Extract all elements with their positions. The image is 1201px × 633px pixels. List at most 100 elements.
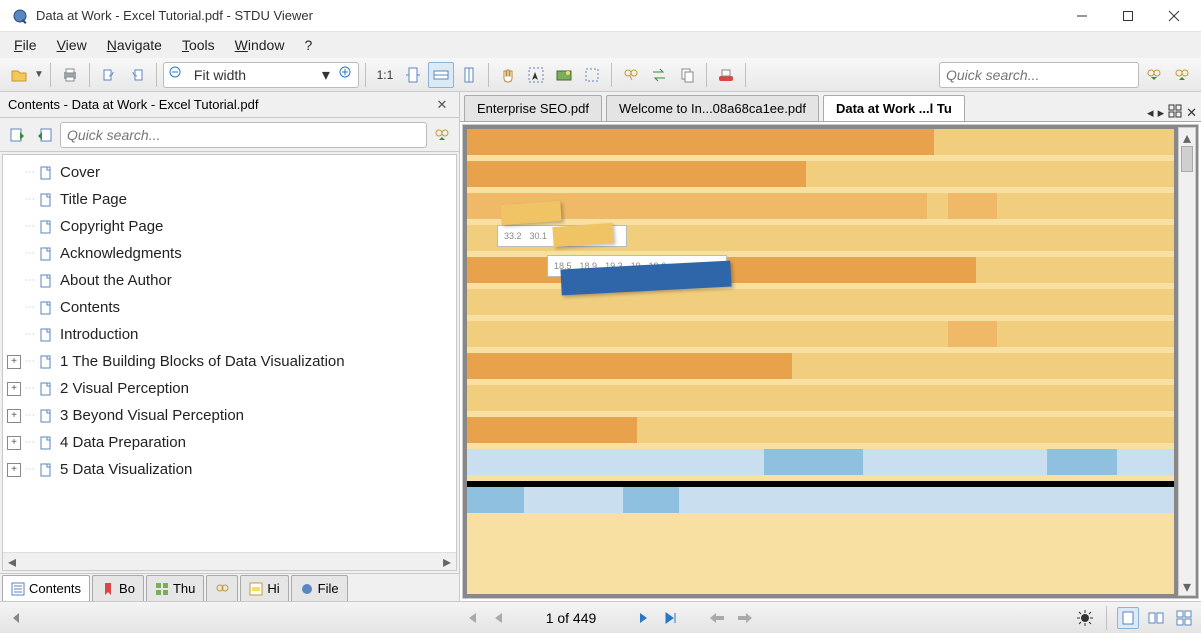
sidebar-tab-bookmarks[interactable]: Bo	[92, 575, 144, 601]
sidebar-tab-search[interactable]	[206, 575, 238, 601]
menu-view[interactable]: View	[47, 35, 97, 55]
page-indicator[interactable]: 1 of 449	[516, 610, 626, 626]
view-continuous-button[interactable]	[1173, 607, 1195, 629]
contents-search-box[interactable]	[60, 122, 427, 148]
zoom-in-button[interactable]	[334, 65, 358, 84]
last-page-button[interactable]	[660, 607, 682, 629]
tree-item[interactable]: +⋯2 Visual Perception	[7, 375, 452, 402]
find-button[interactable]	[618, 62, 644, 88]
document-tab[interactable]: Enterprise SEO.pdf	[464, 95, 602, 121]
tree-item-label: Cover	[60, 164, 100, 181]
quick-search-box[interactable]	[939, 62, 1139, 88]
expand-all-button[interactable]	[4, 122, 30, 148]
view-facing-button[interactable]	[1145, 607, 1167, 629]
page-icon	[38, 435, 54, 451]
nav-back-button[interactable]	[706, 607, 728, 629]
zoom-level-text[interactable]: Fit width	[188, 67, 318, 83]
sidebar-tab-contents[interactable]: Contents	[2, 575, 90, 601]
close-button[interactable]	[1151, 0, 1197, 32]
zoom-out-button[interactable]	[164, 65, 188, 84]
page-icon	[38, 165, 54, 181]
view-single-button[interactable]	[1117, 607, 1139, 629]
expand-icon[interactable]: +	[7, 463, 21, 477]
document-view[interactable]: 33.2 30.1 26.8 18.5 18.9 19.3 19 19.6 ▴	[462, 124, 1199, 599]
tree-item-label: 3 Beyond Visual Perception	[60, 407, 244, 424]
contents-panel-close[interactable]: ✕	[433, 97, 451, 113]
search-next-button[interactable]	[1169, 62, 1195, 88]
tab-close-button[interactable]: ✕	[1186, 105, 1197, 121]
first-page-button[interactable]	[460, 607, 482, 629]
expand-icon[interactable]: +	[7, 436, 21, 450]
tree-line: ⋯	[25, 194, 36, 205]
actual-size-button[interactable]: 1:1	[372, 62, 398, 88]
menu-file[interactable]: File	[4, 35, 47, 55]
maximize-button[interactable]	[1105, 0, 1151, 32]
tree-item[interactable]: +⋯5 Data Visualization	[7, 456, 452, 483]
prev-page-button[interactable]	[488, 607, 510, 629]
minimize-button[interactable]	[1059, 0, 1105, 32]
tree-item[interactable]: +⋯3 Beyond Visual Perception	[7, 402, 452, 429]
tree-item[interactable]: +⋯4 Data Preparation	[7, 429, 452, 456]
tree-item-label: Contents	[60, 299, 120, 316]
sidebar-tab-label: Contents	[29, 581, 81, 596]
menu-tools[interactable]: Tools	[172, 35, 225, 55]
sidebar-tab-label: Thu	[173, 581, 195, 596]
sidebar-tab-thumbnails[interactable]: Thu	[146, 575, 204, 601]
document-vscroll[interactable]: ▴ ▾	[1178, 127, 1196, 596]
rotate-left-button[interactable]	[96, 62, 122, 88]
expand-icon[interactable]: +	[7, 355, 21, 369]
text-select-button[interactable]	[579, 62, 605, 88]
contents-search-input[interactable]	[67, 127, 420, 143]
page-icon	[38, 246, 54, 262]
quick-search-input[interactable]	[946, 67, 1132, 83]
expand-icon[interactable]: +	[7, 409, 21, 423]
tree-item[interactable]: ⋯Title Page	[7, 186, 452, 213]
select-tool-button[interactable]	[523, 62, 549, 88]
next-page-button[interactable]	[632, 607, 654, 629]
tab-nav-prev[interactable]: ◂	[1147, 105, 1154, 121]
nav-forward-button[interactable]	[734, 607, 756, 629]
tree-item-label: Acknowledgments	[60, 245, 182, 262]
tree-item[interactable]: ⋯Contents	[7, 294, 452, 321]
expand-icon[interactable]: +	[7, 382, 21, 396]
open-button[interactable]	[6, 62, 32, 88]
tree-spacer	[7, 220, 21, 234]
settings-button[interactable]	[713, 62, 739, 88]
hand-tool-button[interactable]	[495, 62, 521, 88]
menu-help[interactable]: ?	[294, 35, 322, 55]
tree-item[interactable]: ⋯Copyright Page	[7, 213, 452, 240]
snapshot-button[interactable]	[551, 62, 577, 88]
brightness-button[interactable]	[1074, 607, 1096, 629]
sidebar-tab-files[interactable]: File	[291, 575, 348, 601]
open-dropdown[interactable]: ▼	[34, 69, 44, 80]
menu-navigate[interactable]: Navigate	[97, 35, 172, 55]
scroll-left-button[interactable]	[6, 607, 28, 629]
tree-spacer	[7, 247, 21, 261]
find-next-button[interactable]	[646, 62, 672, 88]
fit-height-button[interactable]	[456, 62, 482, 88]
fit-page-button[interactable]	[400, 62, 426, 88]
tree-item[interactable]: ⋯Acknowledgments	[7, 240, 452, 267]
fit-width-button[interactable]	[428, 62, 454, 88]
tab-nav-next[interactable]: ▸	[1158, 105, 1165, 121]
page-icon	[38, 408, 54, 424]
tab-grid-button[interactable]	[1168, 104, 1182, 121]
collapse-all-button[interactable]	[32, 122, 58, 148]
zoom-dropdown[interactable]: ▾	[318, 65, 334, 85]
tree-item[interactable]: ⋯Cover	[7, 159, 452, 186]
tree-item[interactable]: +⋯1 The Building Blocks of Data Visualiz…	[7, 348, 452, 375]
tree-item[interactable]: ⋯Introduction	[7, 321, 452, 348]
copy-button[interactable]	[674, 62, 700, 88]
menu-window[interactable]: Window	[225, 35, 295, 55]
document-tab[interactable]: Welcome to In...08a68ca1ee.pdf	[606, 95, 819, 121]
document-tabs: Enterprise SEO.pdfWelcome to In...08a68c…	[460, 92, 1201, 122]
sidebar-tab-highlight[interactable]: Hi	[240, 575, 288, 601]
contents-tree[interactable]: ⋯Cover⋯Title Page⋯Copyright Page⋯Acknowl…	[3, 155, 456, 552]
tree-item[interactable]: ⋯About the Author	[7, 267, 452, 294]
print-button[interactable]	[57, 62, 83, 88]
rotate-right-button[interactable]	[124, 62, 150, 88]
document-tab[interactable]: Data at Work ...l Tu	[823, 95, 965, 121]
tree-hscroll[interactable]: ◂▸	[3, 552, 456, 570]
search-prev-button[interactable]	[1141, 62, 1167, 88]
contents-search-button[interactable]	[429, 122, 455, 148]
